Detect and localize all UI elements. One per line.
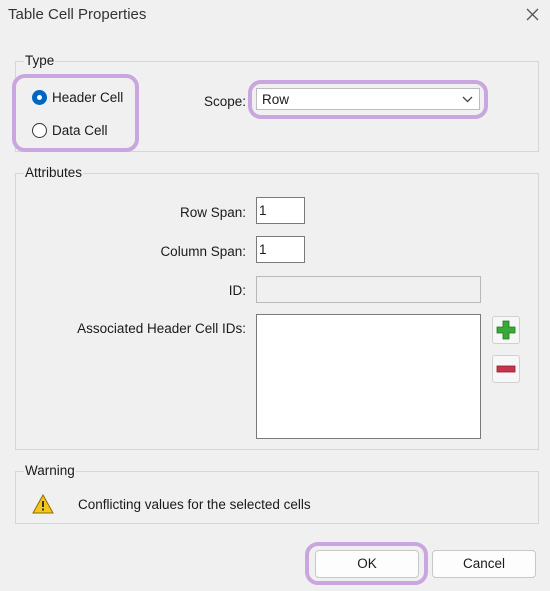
id-label: ID:: [228, 283, 246, 298]
chevron-down-icon: [462, 96, 473, 103]
column-span-input[interactable]: [256, 236, 305, 263]
data-cell-radio[interactable]: Data Cell: [32, 119, 108, 141]
header-cell-label: Header Cell: [52, 89, 124, 105]
warning-icon: [32, 494, 54, 514]
id-input: [256, 276, 481, 303]
column-span-label: Column Span:: [160, 244, 246, 259]
warning-group-label: Warning: [24, 463, 76, 478]
close-icon: [526, 8, 539, 21]
scope-select[interactable]: Row: [256, 88, 480, 110]
cancel-button[interactable]: Cancel: [432, 550, 536, 578]
header-cell-radio[interactable]: Header Cell: [32, 86, 123, 108]
scope-label: Scope:: [203, 94, 246, 109]
data-cell-radio-button[interactable]: [32, 122, 47, 138]
associated-header-ids-list[interactable]: [256, 314, 481, 439]
associated-header-label: Associated Header Cell IDs:: [77, 321, 246, 336]
row-span-label: Row Span:: [179, 205, 246, 220]
attributes-group-label: Attributes: [24, 165, 84, 180]
scope-value: Row: [262, 92, 290, 107]
ok-button[interactable]: OK: [315, 550, 419, 578]
remove-header-id-button[interactable]: [492, 355, 520, 383]
warning-message: Conflicting values for the selected cell…: [78, 497, 311, 512]
table-cell-properties-dialog: Table Cell Properties Type Header Cell D…: [0, 0, 550, 591]
dialog-title: Table Cell Properties: [8, 6, 147, 23]
title-bar: Table Cell Properties: [0, 0, 550, 32]
data-cell-label: Data Cell: [52, 122, 108, 138]
row-span-input[interactable]: [256, 197, 305, 224]
type-group-label: Type: [24, 53, 56, 68]
minus-icon: [496, 365, 516, 373]
header-cell-radio-button[interactable]: [32, 89, 47, 105]
add-header-id-button[interactable]: [492, 316, 520, 344]
close-button[interactable]: [518, 2, 546, 28]
plus-icon: [496, 320, 516, 340]
